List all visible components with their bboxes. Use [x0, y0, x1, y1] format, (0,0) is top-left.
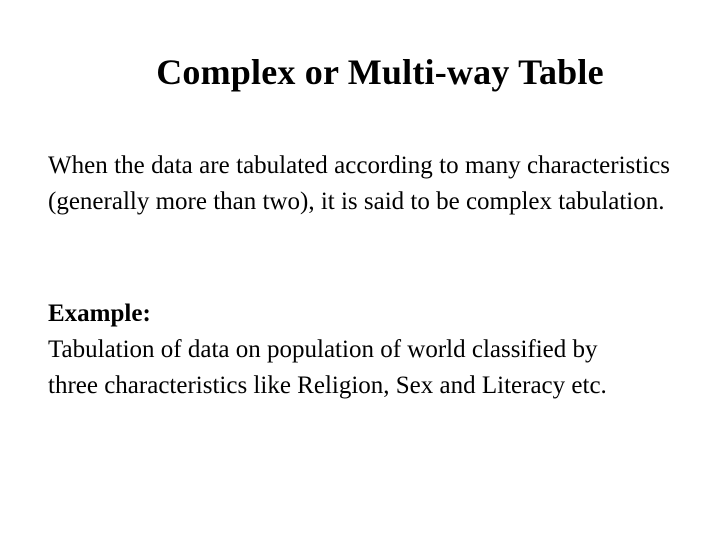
example-text-line-1: Tabulation of data on population of worl… [48, 336, 598, 363]
slide-title: Complex or Multi-way Table [156, 52, 604, 92]
example-text-line-2: three characteristics like Religion, Sex… [48, 372, 607, 399]
example-block: Example: Tabulation of data on populatio… [48, 296, 708, 404]
definition-paragraph: When the data are tabulated according to… [48, 152, 670, 215]
example-label: Example: [48, 300, 151, 327]
